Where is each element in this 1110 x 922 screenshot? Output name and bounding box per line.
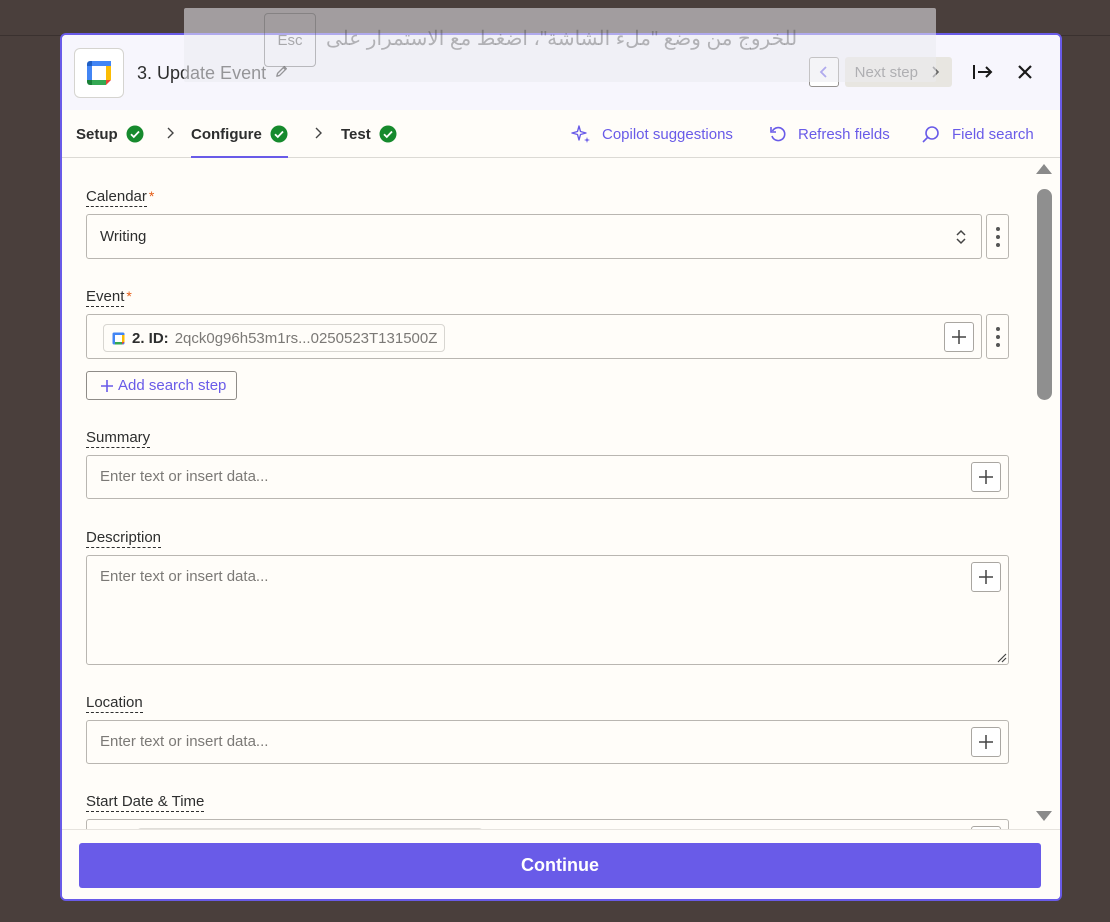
google-calendar-icon — [112, 332, 125, 344]
tab-configure-label: Configure — [191, 125, 262, 143]
refresh-label: Refresh fields — [798, 125, 890, 143]
header-actions: Next step — [808, 57, 1040, 87]
description-textarea[interactable]: Enter text or insert data... — [86, 555, 1009, 665]
search-icon — [922, 126, 939, 143]
close-icon[interactable] — [1010, 57, 1040, 87]
next-step-button[interactable]: Next step — [844, 57, 952, 87]
tab-test-label: Test — [341, 125, 371, 143]
field-search-label: Field search — [952, 125, 1034, 143]
tab-setup-label: Setup — [76, 125, 118, 143]
form-content: Calendar * Writing Event * 2. ID: 2qck0g96… — [62, 159, 1060, 829]
chevron-right-icon — [167, 127, 174, 139]
step-editor-modal: 3. Update Event Next step Setup Configur… — [60, 33, 1062, 901]
summary-input[interactable]: Enter text or insert data... — [86, 455, 1009, 499]
field-search-button[interactable]: Field search — [920, 110, 1034, 158]
edit-pencil-icon[interactable] — [274, 63, 289, 84]
calendar-field-label: Calendar * — [86, 188, 155, 207]
calendar-select[interactable]: Writing — [86, 214, 982, 259]
insert-data-plus-icon[interactable] — [944, 322, 974, 352]
chevron-left-icon — [819, 66, 827, 78]
step-title: 3. Update Event — [137, 63, 289, 84]
scroll-up-arrow-icon[interactable] — [1036, 164, 1052, 174]
refresh-fields-button[interactable]: Refresh fields — [768, 110, 890, 158]
scrollbar-thumb[interactable] — [1037, 189, 1052, 400]
modal-header: 3. Update Event Next step — [62, 35, 1060, 110]
resize-handle-icon[interactable] — [995, 651, 1007, 663]
check-circle-icon — [126, 125, 144, 143]
plus-icon — [101, 379, 113, 392]
step-tabs: Setup Configure Test Copilot suggestions… — [62, 110, 1060, 158]
event-more-options-icon[interactable] — [986, 314, 1009, 359]
refresh-icon — [770, 126, 786, 142]
add-search-step-label: Add search step — [118, 377, 227, 394]
event-input[interactable]: 2. ID: 2qck0g96h53m1rs...0250523T131500Z — [86, 314, 982, 359]
event-pill-step: 2. ID: — [132, 329, 169, 347]
summary-placeholder: Enter text or insert data... — [100, 468, 269, 485]
continue-button[interactable]: Continue — [79, 843, 1041, 888]
event-pill-value: 2qck0g96h53m1rs...0250523T131500Z — [174, 329, 438, 347]
event-data-pill[interactable]: 2. ID: 2qck0g96h53m1rs...0250523T131500Z — [103, 324, 446, 352]
chevron-right-icon — [315, 127, 322, 139]
step-title-text: 3. Update Event — [137, 63, 267, 83]
copilot-label: Copilot suggestions — [602, 125, 733, 143]
chevron-up-down-icon — [956, 229, 966, 245]
insert-data-plus-icon[interactable] — [971, 562, 1001, 592]
next-step-label: Next step — [854, 63, 918, 81]
sparkle-icon — [571, 125, 590, 143]
description-placeholder: Enter text or insert data... — [100, 568, 269, 585]
check-circle-icon — [270, 125, 288, 143]
calendar-more-options-icon[interactable] — [986, 214, 1009, 259]
event-field-label: Event * — [86, 288, 132, 307]
check-circle-icon — [379, 125, 397, 143]
tab-test[interactable]: Test — [341, 110, 397, 158]
tab-setup[interactable]: Setup — [76, 110, 144, 158]
insert-data-plus-icon[interactable] — [971, 727, 1001, 757]
tab-configure[interactable]: Configure — [191, 110, 288, 158]
location-input[interactable]: Enter text or insert data... — [86, 720, 1009, 764]
collapse-panel-icon[interactable] — [968, 57, 998, 87]
background-strip — [0, 0, 1110, 36]
copilot-suggestions-button[interactable]: Copilot suggestions — [570, 110, 733, 158]
description-field-label: Description — [86, 529, 162, 548]
location-placeholder: Enter text or insert data... — [100, 733, 269, 750]
google-calendar-icon — [74, 48, 124, 98]
calendar-value: Writing — [100, 228, 147, 245]
insert-data-plus-icon[interactable] — [971, 462, 1001, 492]
start-datetime-field-label: Start Date & Time — [86, 793, 205, 812]
summary-field-label: Summary — [86, 429, 151, 448]
location-field-label: Location — [86, 694, 143, 713]
scroll-down-arrow-icon[interactable] — [1036, 811, 1052, 821]
add-search-step-button[interactable]: Add search step — [86, 371, 238, 400]
modal-footer: Continue — [62, 829, 1060, 899]
previous-step-button[interactable] — [808, 57, 839, 87]
start-datetime-input[interactable] — [86, 819, 1009, 829]
chevron-right-icon — [932, 66, 940, 78]
